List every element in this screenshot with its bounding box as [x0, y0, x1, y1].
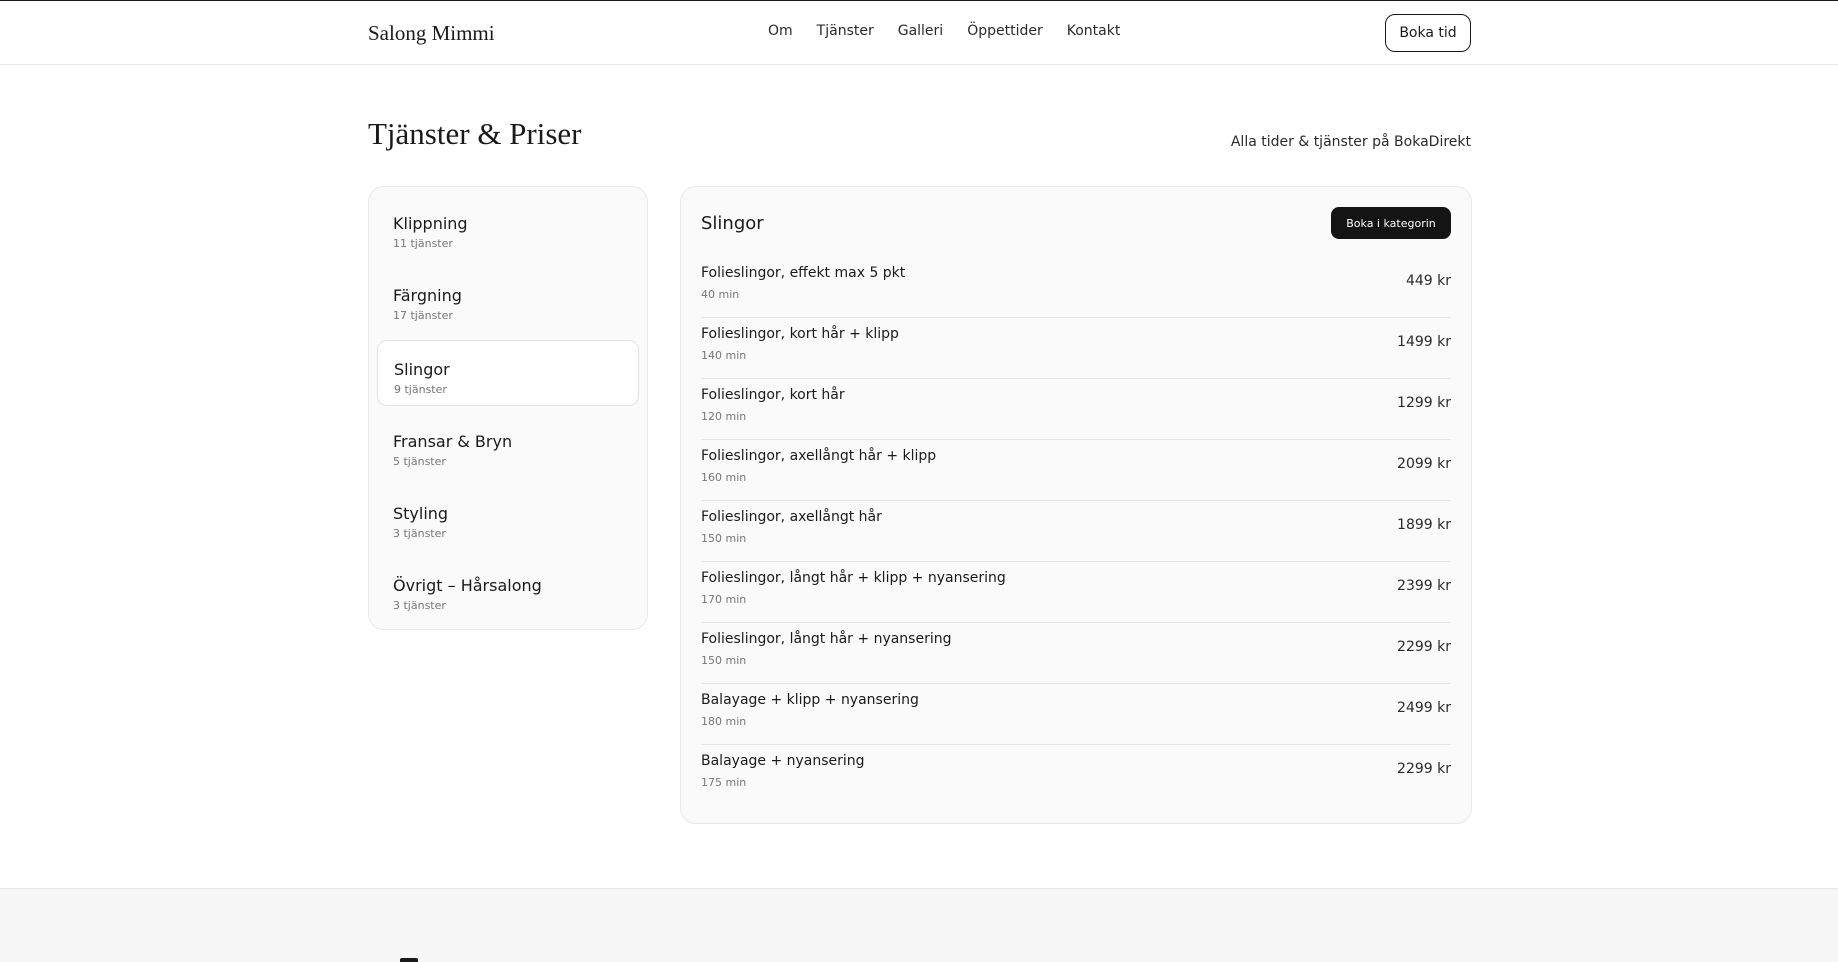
- category-name: Färgning: [393, 286, 462, 305]
- page-title: Tjänster & Priser: [368, 116, 582, 151]
- service-row[interactable]: Balayage + klipp + nyansering 180 min 24…: [701, 684, 1451, 745]
- service-row[interactable]: Folieslingor, kort hår 120 min 1299 kr: [701, 379, 1451, 440]
- service-duration: 120 min: [701, 410, 747, 423]
- service-row[interactable]: Folieslingor, långt hår + klipp + nyanse…: [701, 562, 1451, 623]
- category-count: 3 tjänster: [393, 527, 446, 540]
- service-name: Folieslingor, kort hår: [701, 387, 845, 403]
- site-header: Salong Mimmi Om Tjänster Galleri Öppetti…: [0, 1, 1838, 65]
- service-price: 1899 kr: [1397, 517, 1451, 533]
- service-row[interactable]: Folieslingor, axellångt hår + klipp 160 …: [701, 440, 1451, 501]
- nav-link-galleri[interactable]: Galleri: [898, 23, 943, 39]
- service-price: 449 kr: [1405, 273, 1451, 289]
- service-row[interactable]: Folieslingor, axellångt hår 150 min 1899…: [701, 501, 1451, 562]
- service-row[interactable]: Folieslingor, kort hår + klipp 140 min 1…: [701, 318, 1451, 379]
- book-in-category-button[interactable]: Boka i kategorin: [1331, 207, 1451, 239]
- service-price: 2499 kr: [1397, 700, 1451, 716]
- category-item-ovrigt[interactable]: Övrigt – Hårsalong 3 tjänster: [377, 557, 639, 623]
- service-price: 1499 kr: [1397, 334, 1451, 350]
- service-duration: 170 min: [701, 593, 747, 606]
- service-duration: 150 min: [701, 654, 747, 667]
- service-price: 2299 kr: [1397, 761, 1451, 777]
- nav-link-kontakt[interactable]: Kontakt: [1067, 23, 1121, 39]
- service-row[interactable]: Folieslingor, långt hår + nyansering 150…: [701, 623, 1451, 684]
- service-category-title: Slingor: [701, 213, 764, 234]
- service-list: Folieslingor, effekt max 5 pkt 40 min 44…: [701, 257, 1451, 806]
- service-duration: 150 min: [701, 532, 747, 545]
- service-duration: 160 min: [701, 471, 747, 484]
- service-name: Folieslingor, långt hår + nyansering: [701, 631, 952, 647]
- service-row[interactable]: Folieslingor, effekt max 5 pkt 40 min 44…: [701, 257, 1451, 318]
- category-count: 11 tjänster: [393, 237, 453, 250]
- service-duration: 175 min: [701, 776, 747, 789]
- nav-link-om[interactable]: Om: [768, 23, 793, 39]
- service-row[interactable]: Balayage + nyansering 175 min 2299 kr: [701, 745, 1451, 806]
- service-name: Balayage + klipp + nyansering: [701, 692, 919, 708]
- service-name: Folieslingor, effekt max 5 pkt: [701, 265, 906, 281]
- service-duration: 180 min: [701, 715, 747, 728]
- category-item-fargning[interactable]: Färgning 17 tjänster: [377, 267, 639, 333]
- category-count: 9 tjänster: [394, 383, 447, 396]
- category-name: Klippning: [393, 214, 468, 233]
- brand-logo[interactable]: Salong Mimmi: [368, 21, 495, 46]
- service-name: Balayage + nyansering: [701, 753, 865, 769]
- bokadirekt-link[interactable]: Alla tider & tjänster på BokaDirekt: [1231, 134, 1471, 150]
- service-duration: 40 min: [701, 288, 740, 301]
- service-price: 2399 kr: [1397, 578, 1451, 594]
- category-name: Slingor: [394, 360, 450, 379]
- category-item-fransar-bryn[interactable]: Fransar & Bryn 5 tjänster: [377, 413, 639, 479]
- service-price: 2299 kr: [1397, 639, 1451, 655]
- category-name: Fransar & Bryn: [393, 432, 513, 451]
- service-duration: 140 min: [701, 349, 747, 362]
- book-appointment-button[interactable]: Boka tid: [1385, 14, 1471, 52]
- service-price: 1299 kr: [1397, 395, 1451, 411]
- category-count: 5 tjänster: [393, 455, 446, 468]
- service-name: Folieslingor, långt hår + klipp + nyanse…: [701, 570, 1006, 586]
- category-item-slingor[interactable]: Slingor 9 tjänster: [377, 340, 639, 406]
- category-name: Styling: [393, 504, 449, 523]
- category-count: 17 tjänster: [393, 309, 453, 322]
- category-list: Klippning 11 tjänster Färgning 17 tjänst…: [368, 186, 648, 630]
- service-price: 2099 kr: [1397, 456, 1451, 472]
- service-name: Folieslingor, axellångt hår: [701, 509, 882, 525]
- site-footer: [0, 888, 1838, 962]
- category-item-styling[interactable]: Styling 3 tjänster: [377, 485, 639, 551]
- service-name: Folieslingor, axellångt hår + klipp: [701, 448, 937, 464]
- nav-link-tjanster[interactable]: Tjänster: [817, 23, 874, 39]
- main-nav: Om Tjänster Galleri Öppettider Kontakt: [768, 23, 1144, 39]
- service-name: Folieslingor, kort hår + klipp: [701, 326, 899, 342]
- category-name: Övrigt – Hårsalong: [393, 576, 542, 595]
- service-panel: Slingor Boka i kategorin Folieslingor, e…: [680, 186, 1472, 824]
- category-count: 3 tjänster: [393, 599, 446, 612]
- footer-content-peek: [400, 958, 418, 962]
- nav-link-oppettider[interactable]: Öppettider: [967, 23, 1043, 39]
- category-item-klippning[interactable]: Klippning 11 tjänster: [377, 195, 639, 261]
